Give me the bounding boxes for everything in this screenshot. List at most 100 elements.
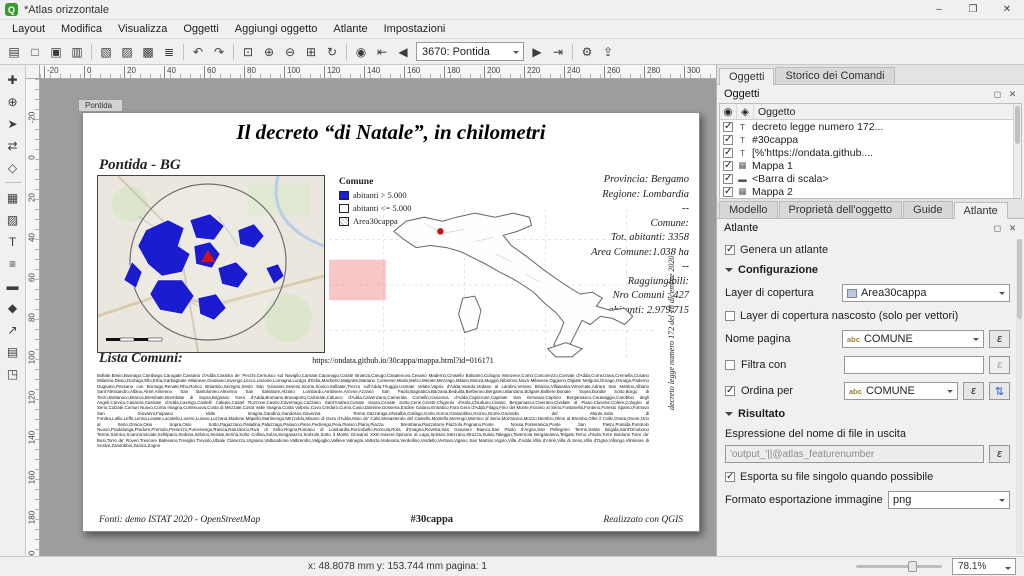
add-table-icon[interactable]: ▤ (3, 342, 23, 361)
redo-icon[interactable]: ↷ (209, 42, 229, 62)
menu-impostazioni[interactable]: Impostazioni (376, 21, 454, 37)
atlas-preview-icon[interactable]: ◉ (351, 42, 371, 62)
close-button[interactable]: ✕ (990, 0, 1024, 20)
pan-tool-icon[interactable]: ✚ (3, 70, 23, 89)
duplicate-layout-icon[interactable]: ▣ (46, 42, 66, 62)
generate-atlas-checkbox[interactable] (725, 245, 735, 255)
tab-guide[interactable]: Guide (903, 201, 952, 218)
horizontal-ruler[interactable]: -200204060801001201401601802002202402602… (40, 65, 716, 79)
sort-checkbox[interactable] (725, 386, 735, 396)
zoom-in-icon[interactable]: ⊕ (259, 42, 279, 62)
add-legend-icon[interactable]: ≡ (3, 254, 23, 273)
credits-label[interactable]: Realizzato con QGIS (603, 515, 683, 525)
risultato-section-header[interactable]: Risultato (725, 408, 1010, 420)
undo-icon[interactable]: ↶ (188, 42, 208, 62)
edit-nodes-icon[interactable]: ◇ (3, 158, 23, 177)
item-visibility-checkbox[interactable] (723, 148, 733, 158)
image-format-combo[interactable]: png (888, 491, 1010, 509)
map-item-overview[interactable] (323, 209, 657, 359)
item-visibility-checkbox[interactable] (723, 122, 733, 132)
atlas-export-icon[interactable]: ⇪ (598, 42, 618, 62)
configurazione-section-header[interactable]: Configurazione (725, 264, 1010, 276)
hidden-coverage-checkbox[interactable] (725, 311, 735, 321)
zoom-tool-icon[interactable]: ⊕ (3, 92, 23, 111)
filter-expression-button[interactable]: ε (989, 356, 1010, 374)
menu-modifica[interactable]: Modifica (53, 21, 110, 37)
layout-page[interactable]: Il decreto “di Natale”, in chilometri Po… (82, 112, 700, 532)
move-content-icon[interactable]: ⇄ (3, 136, 23, 155)
tab-oggetti[interactable]: Oggetti (719, 68, 774, 85)
add-map-icon[interactable]: ▦ (3, 188, 23, 207)
add-html-icon[interactable]: ◳ (3, 364, 23, 383)
sort-field-combo[interactable]: abc COMUNE (844, 382, 958, 400)
comuni-list-label[interactable]: Bollate,Brivio,Busnago,Cambiago,Carugate… (97, 373, 649, 511)
new-layout-icon[interactable]: □ (25, 42, 45, 62)
tab-storico-comandi[interactable]: Storico dei Comandi (775, 67, 894, 84)
sort-expression-button[interactable]: ε (963, 382, 984, 400)
decree-side-label[interactable]: decreto legge numero 172 del 18 dicembre… (667, 193, 676, 473)
atlas-feature-combo[interactable]: 3670: Pontida (416, 42, 524, 61)
layout-item-row[interactable]: ▬<Barra di scala> (720, 172, 1021, 185)
add-picture-icon[interactable]: ▨ (3, 210, 23, 229)
page-title-label[interactable]: Il decreto “di Natale”, in chilometri (83, 120, 699, 145)
zoom-slider[interactable] (856, 565, 942, 568)
tab-proprieta-oggetto[interactable]: Proprietà dell'oggetto (779, 201, 903, 218)
layout-item-row[interactable]: ▦Mappa 1 (720, 159, 1021, 172)
map-heading-label[interactable]: Pontida - BG (99, 157, 181, 174)
maximize-button[interactable]: ❐ (956, 0, 990, 20)
coverage-layer-combo[interactable]: Area30cappa (842, 284, 1010, 302)
menu-oggetti[interactable]: Oggetti (175, 21, 226, 37)
add-arrow-icon[interactable]: ↗ (3, 320, 23, 339)
atlas-last-icon[interactable]: ⇥ (548, 42, 568, 62)
item-visibility-checkbox[interactable] (723, 135, 733, 145)
export-image-icon[interactable]: ▧ (96, 42, 116, 62)
list-heading-label[interactable]: Lista Comuni: (99, 351, 183, 367)
filter-checkbox[interactable] (725, 360, 735, 370)
menu-aggiungi-oggetto[interactable]: Aggiungi oggetto (227, 21, 326, 37)
item-visibility-checkbox[interactable] (723, 161, 733, 171)
layout-item-row[interactable]: Tdecreto legge numero 172... (720, 120, 1021, 133)
items-scrollbar[interactable] (1013, 104, 1021, 198)
atlas-page-tab[interactable]: Pontida (78, 99, 123, 111)
print-icon[interactable]: ≣ (159, 42, 179, 62)
zoom-level-combo[interactable]: 78.1% (952, 558, 1016, 575)
zoom-slider-handle[interactable] (908, 561, 917, 572)
close-panel-icon[interactable]: ✕ (1005, 223, 1020, 234)
close-panel-icon[interactable]: ✕ (1005, 89, 1020, 100)
atlas-next-icon[interactable]: ▶ (527, 42, 547, 62)
map-item-pontida[interactable] (97, 175, 325, 353)
tab-modello[interactable]: Modello (719, 201, 778, 218)
map-url-label[interactable]: https://ondata.github.io/30cappa/mappa.h… (233, 356, 573, 365)
filename-expression-field[interactable]: 'output_'||@atlas_featurenumber (725, 445, 984, 463)
layout-item-row[interactable]: T[%'https://ondata.github.... (720, 146, 1021, 159)
atlas-prev-icon[interactable]: ◀ (393, 42, 413, 62)
page-name-combo[interactable]: abc COMUNE (842, 330, 984, 348)
zoom-full-icon[interactable]: ⊡ (238, 42, 258, 62)
filename-expression-button[interactable]: ε (989, 445, 1010, 463)
export-svg-icon[interactable]: ▨ (117, 42, 137, 62)
menu-layout[interactable]: Layout (4, 21, 53, 37)
select-move-item-icon[interactable]: ➤ (3, 114, 23, 133)
tab-atlante[interactable]: Atlante (954, 202, 1008, 219)
layout-item-row[interactable]: ▦Mappa 2 (720, 185, 1021, 198)
single-file-checkbox[interactable] (725, 472, 735, 482)
filter-expression-field[interactable] (844, 356, 984, 374)
menu-atlante[interactable]: Atlante (325, 21, 375, 37)
menu-visualizza[interactable]: Visualizza (110, 21, 175, 37)
atlante-scrollbar[interactable] (1016, 239, 1023, 554)
layout-manager-icon[interactable]: ▥ (67, 42, 87, 62)
save-project-icon[interactable]: ▤ (4, 42, 24, 62)
atlas-settings-icon[interactable]: ⚙ (577, 42, 597, 62)
item-visibility-checkbox[interactable] (723, 174, 733, 184)
atlas-first-icon[interactable]: ⇤ (372, 42, 392, 62)
zoom-out-icon[interactable]: ⊖ (280, 42, 300, 62)
layout-canvas[interactable]: Pontida Il decreto “di Natale”, in chilo… (40, 79, 716, 556)
float-panel-icon[interactable]: ◻ (990, 223, 1005, 234)
vertical-ruler[interactable]: -20020406080100120140160180200 (26, 79, 40, 556)
refresh-view-icon[interactable]: ↻ (322, 42, 342, 62)
layout-item-row[interactable]: T#30cappa (720, 133, 1021, 146)
float-panel-icon[interactable]: ◻ (990, 89, 1005, 100)
sort-direction-button[interactable]: ⇅ (989, 382, 1010, 400)
export-pdf-icon[interactable]: ▩ (138, 42, 158, 62)
minimize-button[interactable]: – (922, 0, 956, 20)
